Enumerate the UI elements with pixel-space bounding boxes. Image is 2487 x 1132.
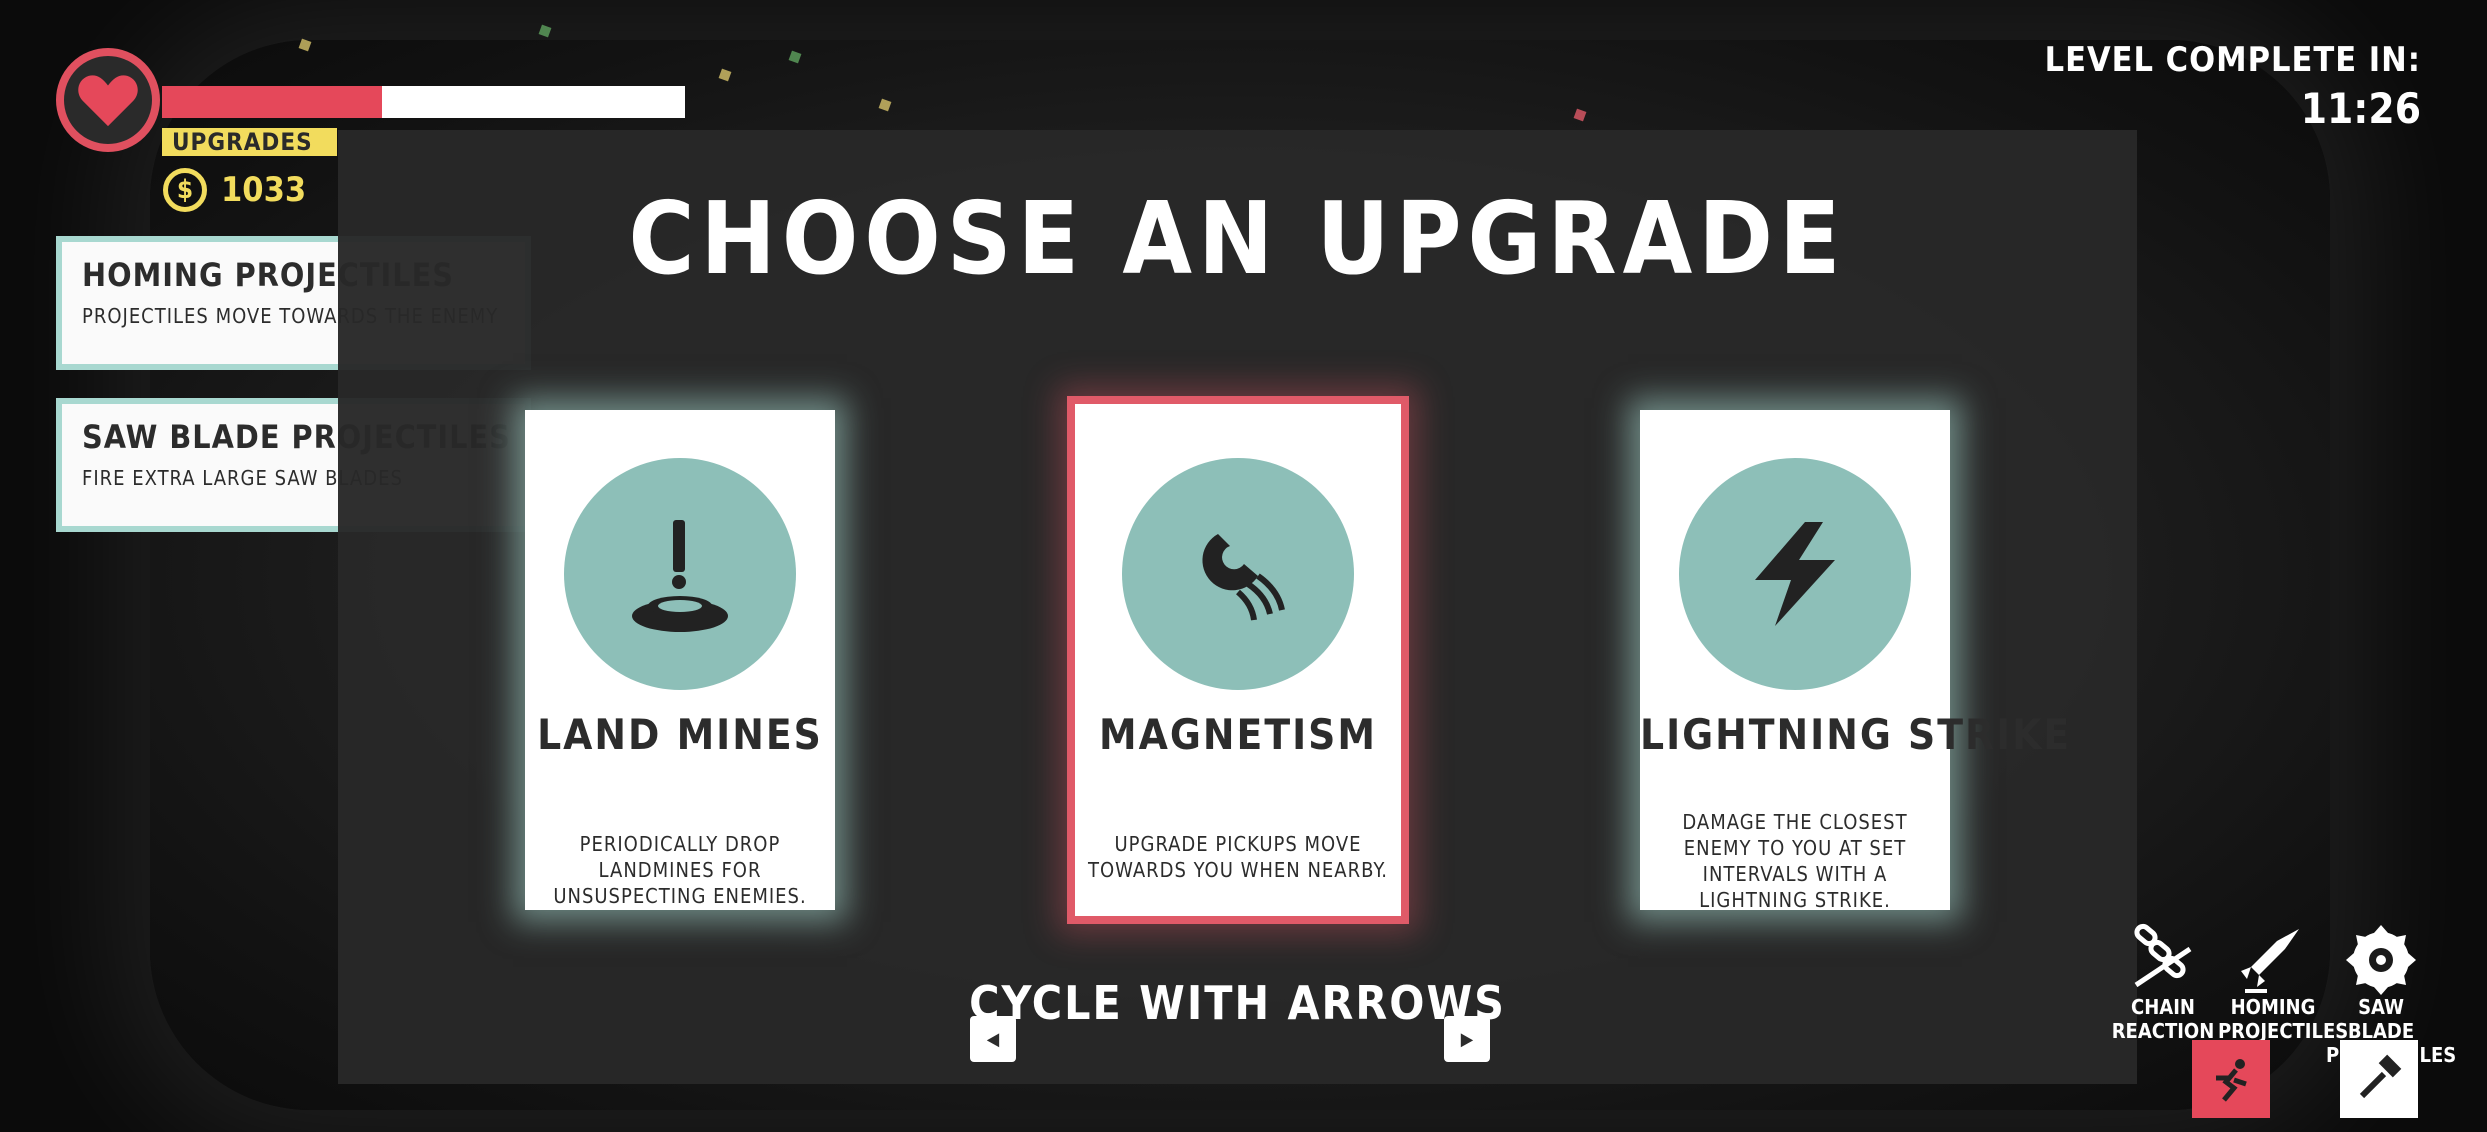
heart-icon <box>78 75 138 127</box>
health-bar-fill <box>162 86 382 118</box>
ability-label: HOMING <box>2230 995 2316 1019</box>
landmine-icon <box>632 520 728 632</box>
saw-blade-icon <box>2346 925 2416 995</box>
card-icon-circle <box>1679 458 1911 690</box>
dash-button[interactable] <box>2192 1040 2270 1118</box>
upgrade-card-magnetism[interactable]: MAGNETISM UPGRADE PICKUPS MOVE TOWARDS Y… <box>1067 396 1409 924</box>
sparkle <box>538 24 552 38</box>
upgrade-card-land-mines[interactable]: LAND MINES PERIODICALLY DROP LANDMINES F… <box>525 410 835 910</box>
ability-label: SAW BLADE <box>2347 995 2415 1043</box>
card-name: MAGNETISM <box>1099 710 1377 759</box>
dash-icon <box>2216 1059 2247 1102</box>
cycle-hint: CYCLE WITH ARROWS <box>969 976 1506 1030</box>
card-name: LIGHTNING STRIKE <box>1640 710 2072 759</box>
lightning-icon <box>1755 522 1835 626</box>
rocket-icon <box>2241 929 2299 993</box>
chain-icon <box>2134 923 2192 988</box>
upgrade-card-lightning-strike[interactable]: LIGHTNING STRIKE DAMAGE THE CLOSEST ENEM… <box>1640 410 2072 912</box>
ability-label: CHAIN <box>2131 995 2195 1019</box>
card-description: PERIODICALLY DROP LANDMINES FOR UNSUSPEC… <box>553 832 807 908</box>
card-icon-circle <box>564 458 796 690</box>
card-name: LAND MINES <box>537 710 823 759</box>
modal-title: CHOOSE AN UPGRADE <box>628 180 1847 297</box>
coin-count: 1033 <box>221 170 307 210</box>
card-description: DAMAGE THE CLOSEST ENEMY TO YOU AT SET I… <box>1682 810 1908 912</box>
health-heart <box>56 48 160 152</box>
coin-counter: $ 1033 <box>163 168 306 212</box>
timer-label: LEVEL COMPLETE IN: <box>2044 40 2421 80</box>
next-arrow-button[interactable]: ▶ <box>1444 1016 1490 1062</box>
health-bar <box>162 86 685 118</box>
prev-arrow-button[interactable]: ◀ <box>970 1016 1016 1062</box>
timer-value: 11:26 <box>2300 84 2421 133</box>
ability-chain-reaction: CHAIN REACTION <box>2108 915 2218 1043</box>
coin-icon: $ <box>163 168 207 212</box>
arrow-left-icon: ◀ <box>986 1028 1000 1050</box>
upgrade-modal: CHOOSE AN UPGRADE LAND MINES PERIODICALL… <box>338 130 2137 1084</box>
arrow-right-icon: ▶ <box>1460 1028 1474 1050</box>
magnet-icon <box>1202 534 1285 621</box>
ability-homing-projectiles: HOMING PROJECTILES <box>2218 915 2348 1043</box>
hammer-icon <box>2359 1054 2402 1099</box>
card-icon-circle <box>1122 458 1354 690</box>
card-description: UPGRADE PICKUPS MOVE TOWARDS YOU WHEN NE… <box>1088 832 1388 882</box>
upgrades-tag: UPGRADES <box>162 128 337 156</box>
hammer-button[interactable] <box>2340 1040 2418 1118</box>
